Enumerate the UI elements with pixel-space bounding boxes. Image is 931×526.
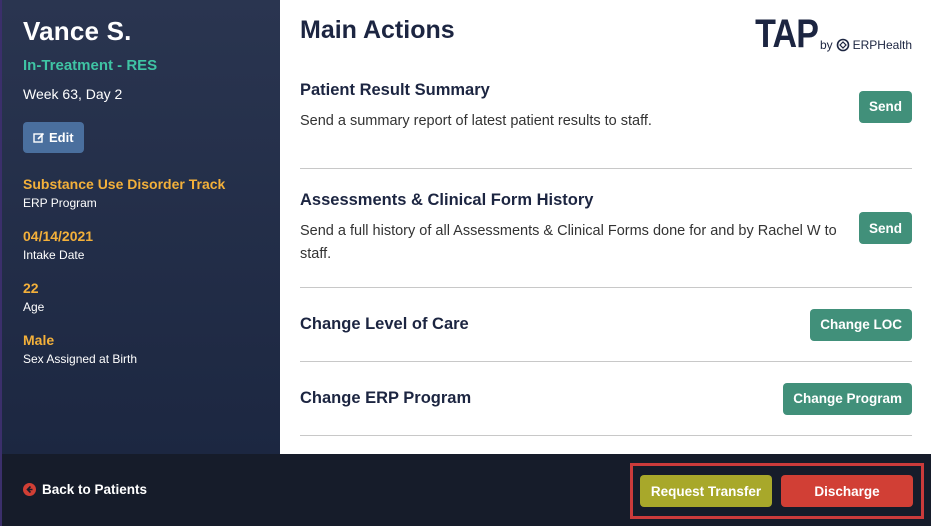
patient-name: Vance S.: [23, 16, 132, 46]
info-label: Sex Assigned at Birth: [23, 352, 138, 366]
edit-button[interactable]: Edit: [23, 122, 84, 153]
info-label: Age: [23, 300, 45, 314]
info-value: Substance Use Disorder Track: [23, 176, 226, 192]
edit-icon: [33, 132, 45, 143]
action-description: Send a full history of all Assessments &…: [300, 222, 837, 262]
logo-by: by ERPHealth: [820, 38, 912, 52]
main-actions-panel: Main Actions TAP by ERPHealth Patient Re…: [280, 0, 931, 454]
arrow-left-circle-icon: [23, 483, 36, 496]
action-row-result-summary: Patient Result Summary Send a summary re…: [300, 69, 912, 169]
action-row-change-program: Change ERP Program Change Program: [300, 362, 912, 436]
info-label: Intake Date: [23, 248, 85, 262]
logo-by-text: by: [819, 38, 833, 52]
logo-tap: TAP: [755, 12, 819, 56]
footer-action-group: Request Transfer Discharge: [630, 463, 924, 519]
action-row-form-history: Assessments & Clinical Form History Send…: [300, 169, 912, 288]
send-summary-button[interactable]: Send: [858, 90, 912, 123]
discharge-button[interactable]: Discharge: [781, 475, 913, 507]
action-title: Patient Result Summary: [300, 80, 490, 99]
info-program: Substance Use Disorder Track ERP Program: [23, 176, 259, 210]
info-label: ERP Program: [23, 196, 97, 210]
info-age: 22 Age: [23, 280, 259, 314]
back-to-patients-link[interactable]: Back to Patients: [23, 482, 147, 497]
info-value: 22: [23, 280, 39, 296]
tap-logo: TAP by ERPHealth: [744, 14, 912, 54]
send-history-button[interactable]: Send: [858, 212, 912, 244]
action-title: Assessments & Clinical Form History: [300, 190, 594, 209]
logo-brand: ERPHealth: [852, 38, 912, 52]
info-intake-date: 04/14/2021 Intake Date: [23, 228, 259, 262]
patient-sidebar: Vance S. In-Treatment - RES Week 63, Day…: [0, 0, 280, 454]
info-value: Male: [23, 332, 55, 348]
change-program-button[interactable]: Change Program: [783, 382, 912, 415]
request-transfer-button[interactable]: Request Transfer: [640, 475, 772, 507]
info-sex: Male Sex Assigned at Birth: [23, 332, 259, 366]
action-row-change-loc: Change Level of Care Change LOC: [300, 288, 912, 362]
action-description: Send a summary report of latest patient …: [300, 112, 652, 129]
info-value: 04/14/2021: [23, 228, 94, 244]
action-title: Change ERP Program: [300, 389, 472, 407]
erphealth-icon: [836, 38, 849, 52]
edit-button-label: Edit: [49, 130, 74, 145]
change-loc-button[interactable]: Change LOC: [810, 308, 912, 341]
treatment-status: In-Treatment - RES: [23, 57, 158, 74]
action-title: Change Level of Care: [300, 315, 469, 333]
back-label: Back to Patients: [42, 482, 148, 497]
footer-bar: Back to Patients Request Transfer Discha…: [0, 454, 931, 526]
treatment-week: Week 63, Day 2: [23, 86, 123, 102]
